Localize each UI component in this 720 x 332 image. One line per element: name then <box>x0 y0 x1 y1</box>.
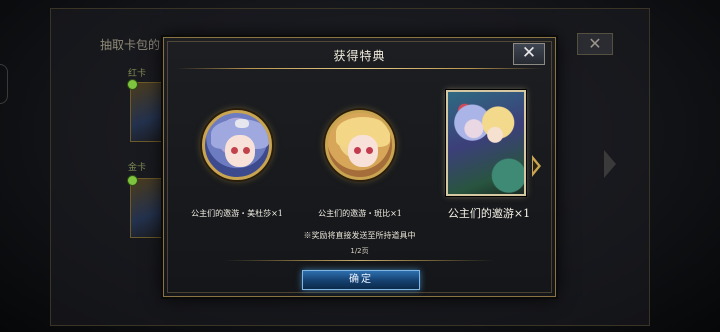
dialog-title: 获得特典 <box>333 49 386 63</box>
background-close-button: ✕ <box>577 33 613 55</box>
background-label-red: 红卡 <box>128 69 147 79</box>
next-page-arrow-icon[interactable] <box>532 155 541 177</box>
divider <box>224 260 495 261</box>
page-indicator: 1/2页 <box>350 247 369 255</box>
reward-label: 公主们的邀游・斑比×1 <box>318 209 402 218</box>
background-label-gold: 金卡 <box>128 163 147 173</box>
portrait-medal-icon <box>325 110 395 180</box>
background-header: 抽取卡包的 <box>100 38 161 52</box>
card-art-icon <box>446 90 526 196</box>
reward-label: 公主们的邀游×1 <box>447 207 531 220</box>
title-divider <box>176 68 543 69</box>
confirm-button[interactable]: 确定 <box>302 270 420 290</box>
background-left-tab <box>0 64 8 104</box>
reward-dialog: 获得特典 ✕ 公主们的邀游・美杜莎×1 公主们的邀游・斑比×1 公主们的邀游×1… <box>163 37 556 297</box>
close-button[interactable]: ✕ <box>513 43 545 65</box>
reward-label: 公主们的邀游・美杜莎×1 <box>191 209 283 218</box>
background-next-arrow-icon <box>604 150 616 178</box>
reward-notice: ※奖励将直接发送至所持道具中 <box>303 231 416 240</box>
portrait-medal-icon <box>202 110 272 180</box>
